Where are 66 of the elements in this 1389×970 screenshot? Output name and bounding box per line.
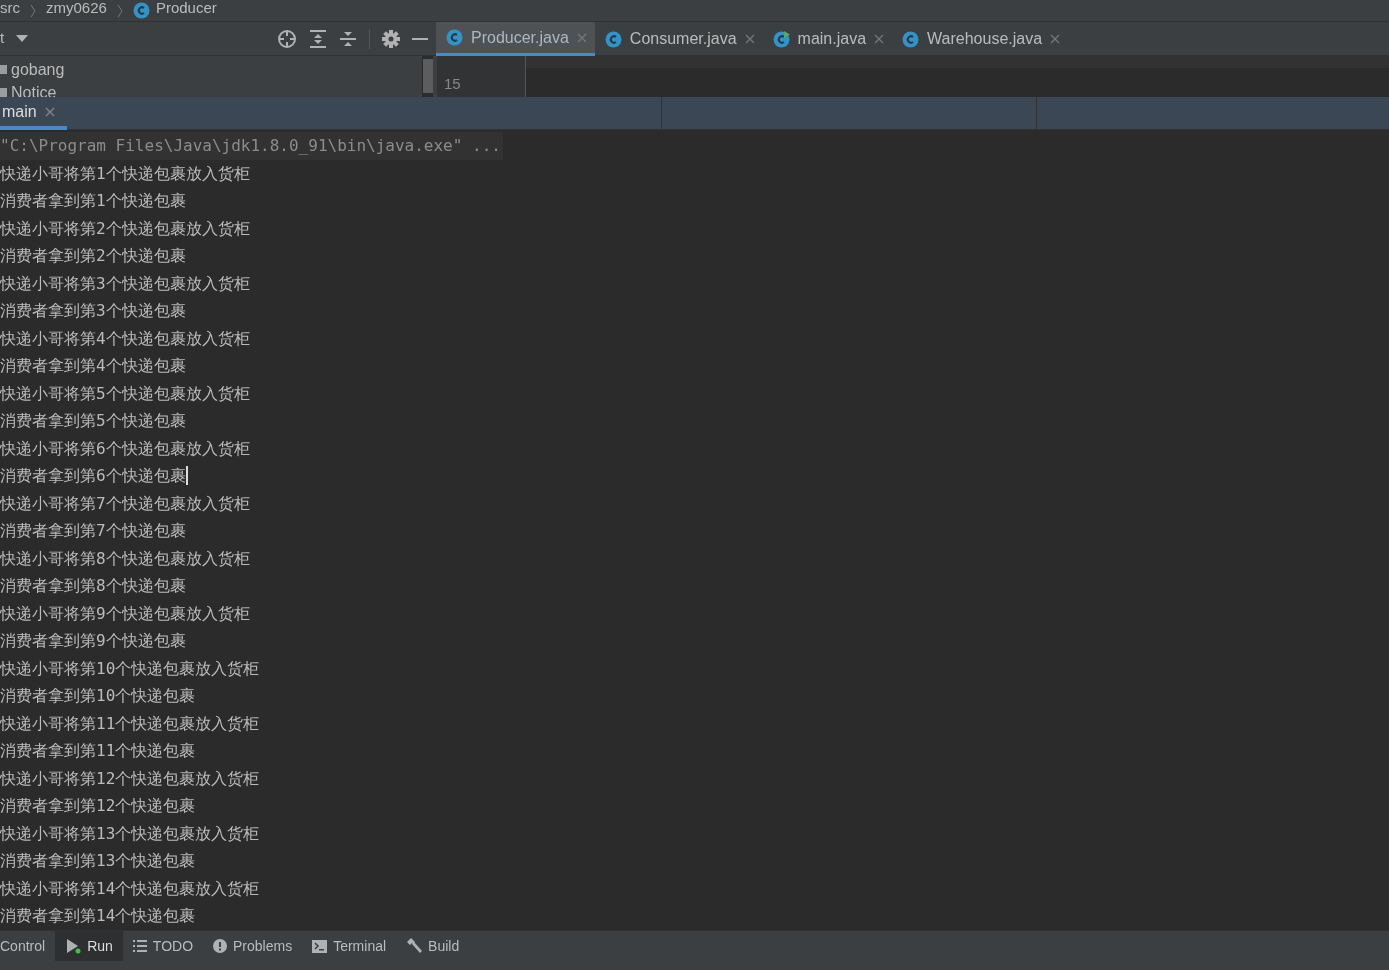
dropdown-icon[interactable]: [16, 34, 29, 43]
editor-tab[interactable]: main.java: [762, 22, 893, 56]
console-line: 快递小哥将第11个快递包裹放入货柜: [0, 712, 260, 735]
editor-tab[interactable]: Warehouse.java: [892, 22, 1069, 56]
tree-item[interactable]: Notice: [11, 80, 57, 97]
console-line: 快递小哥将第7个快递包裹放入货柜: [0, 492, 250, 515]
console-line: 快递小哥将第4个快递包裹放入货柜: [0, 327, 250, 350]
console-line: 消费者拿到第2个快递包裹: [0, 245, 186, 267]
terminal-icon: [312, 939, 328, 953]
console-line: 快递小哥将第8个快递包裹放入货柜: [0, 547, 250, 570]
line-number: 15: [444, 74, 462, 94]
console-line: 快递小哥将第1个快递包裹放入货柜: [0, 162, 250, 185]
class-icon: [132, 2, 150, 19]
list-icon: [132, 940, 147, 952]
console-line: 消费者拿到第10个快递包裹: [0, 685, 196, 707]
console-line: 快递小哥将第14个快递包裹放入货柜: [0, 877, 260, 900]
folder-icon: [0, 88, 7, 97]
tool-window-tab[interactable]: Terminal: [302, 931, 397, 961]
class-icon: [604, 30, 622, 48]
tool-window-tab[interactable]: Run: [55, 931, 123, 961]
console-line: 消费者拿到第11个快递包裹: [0, 740, 196, 762]
run-icon: [65, 938, 82, 954]
console-line: 消费者拿到第7个快递包裹: [0, 520, 186, 542]
locate-icon[interactable]: [277, 28, 297, 49]
console-line: 快递小哥将第5个快递包裹放入货柜: [0, 382, 250, 405]
tool-window-tab[interactable]: Control: [0, 931, 56, 961]
class-icon: [902, 30, 920, 48]
console-command: "C:\Program Files\Java\jdk1.8.0_91\bin\java.exe" ...: [0, 132, 503, 160]
editor-tab[interactable]: Producer.java: [436, 22, 595, 56]
console-line: 快递小哥将第9个快递包裹放入货柜: [0, 602, 250, 625]
breadcrumb[interactable]: src: [0, 0, 20, 15]
console-line: 快递小哥将第2个快递包裹放入货柜: [0, 217, 250, 240]
tool-window-tab[interactable]: Problems: [203, 931, 303, 961]
class-icon: [772, 30, 790, 48]
console-line: 快递小哥将第13个快递包裹放入货柜: [0, 822, 260, 845]
folder-icon: [0, 65, 7, 74]
exclamation-icon: [213, 939, 228, 953]
console-line: 消费者拿到第9个快递包裹: [0, 630, 186, 652]
console-line: 消费者拿到第12个快递包裹: [0, 795, 196, 817]
console-line: 消费者拿到第13个快递包裹: [0, 850, 196, 872]
console-line: 消费者拿到第5个快递包裹: [0, 410, 186, 432]
expand-all-icon[interactable]: [309, 28, 327, 49]
tree-item[interactable]: gobang: [11, 57, 65, 82]
tool-window-tab[interactable]: Build: [396, 931, 470, 961]
console-line: 快递小哥将第6个快递包裹放入货柜: [0, 437, 250, 460]
class-icon: [446, 29, 463, 46]
close-icon[interactable]: [44, 106, 55, 117]
chevron-icon: [30, 3, 36, 18]
scrollbar-thumb[interactable]: [423, 59, 433, 93]
console-line: 消费者拿到第6个快递包裹: [0, 465, 186, 487]
tool-window-tab[interactable]: TODO: [122, 931, 204, 961]
console-line: 消费者拿到第3个快递包裹: [0, 300, 186, 322]
console-line: 快递小哥将第12个快递包裹放入货柜: [0, 767, 260, 790]
chevron-icon: [116, 3, 123, 18]
hammer-icon: [406, 938, 423, 954]
editor-tab[interactable]: Consumer.java: [594, 22, 763, 56]
console-line: 快递小哥将第3个快递包裹放入货柜: [0, 272, 250, 295]
console-line: 消费者拿到第8个快递包裹: [0, 575, 186, 597]
panel-title: t: [0, 28, 5, 49]
console-line: 消费者拿到第4个快递包裹: [0, 355, 186, 377]
settings-icon[interactable]: [382, 29, 400, 48]
console-line: 消费者拿到第1个快递包裹: [0, 190, 186, 212]
console-line: 快递小哥将第10个快递包裹放入货柜: [0, 657, 260, 680]
breadcrumb[interactable]: zmy0626: [46, 0, 107, 15]
breadcrumb[interactable]: Producer: [155, 0, 217, 15]
console-line: 消费者拿到第14个快递包裹: [0, 905, 196, 927]
